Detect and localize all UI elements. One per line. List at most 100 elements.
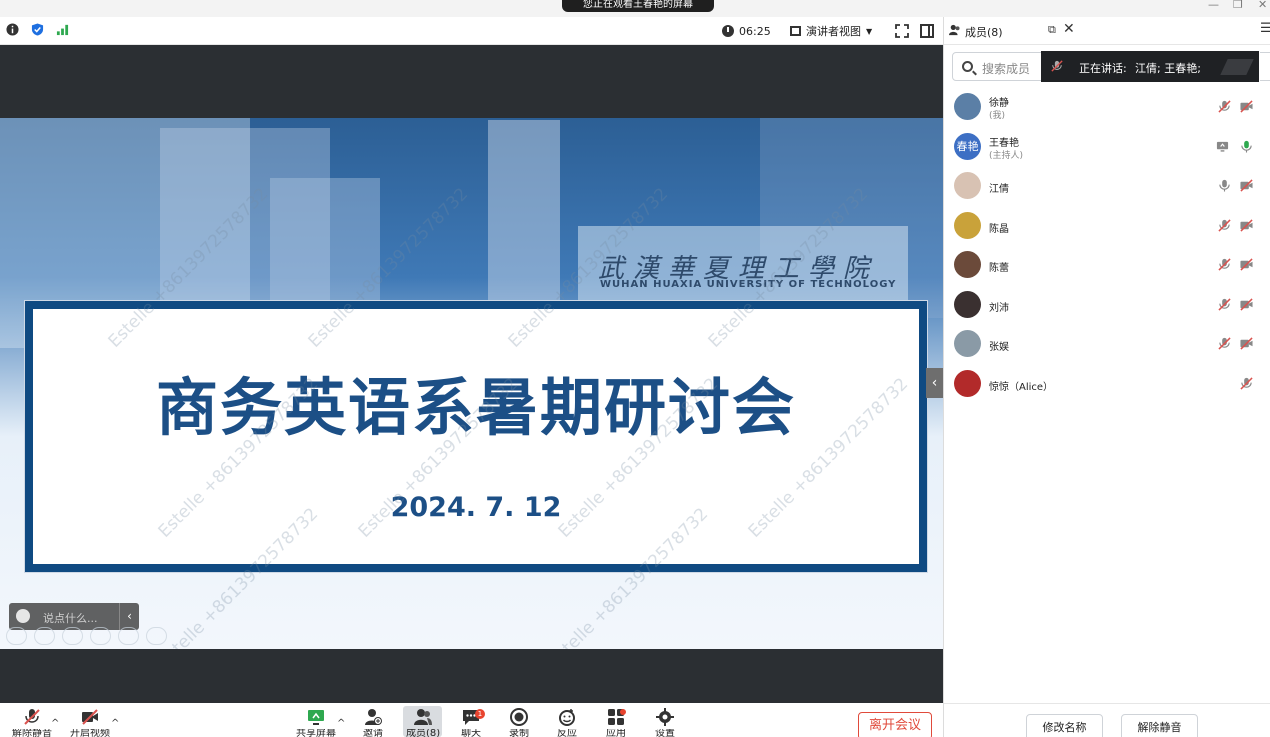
video-off-icon[interactable] [1240, 258, 1253, 271]
close-icon[interactable]: ✕ [1063, 21, 1075, 37]
muted-mic-icon [1051, 60, 1063, 72]
reaction-button[interactable] [6, 627, 27, 645]
members-label: 成员(8) [406, 729, 441, 737]
reaction-button[interactable] [118, 627, 139, 645]
slide-title-card: 商务英语系暑期研讨会 2024. 7. 12 [25, 301, 927, 572]
muted-mic-icon[interactable] [1218, 258, 1231, 271]
audio-options-chevron-icon[interactable]: ^ [51, 718, 59, 729]
minimize-button[interactable]: — [1208, 0, 1219, 10]
settings-button[interactable]: 设置 [655, 708, 675, 737]
start-video-button[interactable]: 开启视频 [70, 708, 110, 737]
share-options-chevron-icon[interactable]: ^ [337, 718, 345, 729]
timer-value: 06:25 [739, 24, 771, 38]
record-button[interactable]: 录制 [509, 708, 529, 737]
emoji-icon[interactable] [16, 609, 30, 623]
members-panel-title: 成员(8) [965, 26, 1003, 39]
restore-button[interactable]: ❐ [1233, 0, 1243, 10]
member-row[interactable]: 刘沛 [944, 286, 1270, 326]
member-name: 刘沛 [989, 303, 1009, 314]
sidebar-toggle-icon[interactable] [920, 24, 934, 38]
member-search-input-edge[interactable] [1260, 52, 1270, 81]
muted-mic-icon[interactable] [1218, 337, 1231, 350]
unmute-label: 解除静音 [12, 729, 52, 737]
member-role: (我) [989, 111, 1006, 121]
gear-icon [656, 708, 674, 726]
slide-date: 2024. 7. 12 [390, 492, 562, 523]
unmute-all-button[interactable]: 解除静音 [1121, 714, 1198, 737]
speaking-indicator: 正在讲话: 江倩; 王春艳; [1041, 51, 1259, 82]
reactions-button[interactable]: 反应 [557, 708, 577, 737]
video-options-chevron-icon[interactable]: ^ [111, 718, 119, 729]
speaking-label: 正在讲话: [1079, 62, 1127, 75]
avatar [954, 172, 981, 199]
mic-active-icon[interactable] [1240, 140, 1253, 153]
share-screen-icon [308, 710, 324, 725]
reaction-bar [6, 627, 167, 645]
member-name: 张娱 [989, 342, 1009, 353]
chat-input-box[interactable]: 说点什么... ‹ [9, 603, 139, 630]
meeting-controls-bar: 解除静音 ^ 开启视频 ^ 共享屏幕 ^ 邀请 成员(8) 聊天 1 录制 反应… [0, 703, 943, 737]
speaker-view-dropdown[interactable]: 演讲者视图 ▼ [790, 22, 872, 40]
app-logo-icon [1220, 59, 1254, 75]
member-name: 陈蕾 [989, 263, 1009, 274]
members-icon [949, 24, 960, 36]
speaking-names: 江倩; 王春艳; [1135, 62, 1201, 75]
share-screen-label: 共享屏幕 [296, 729, 336, 737]
slide-title: 商务英语系暑期研讨会 [155, 371, 796, 444]
menu-icon[interactable]: ☰ [1260, 21, 1270, 36]
record-label: 录制 [509, 729, 529, 737]
chat-placeholder: 说点什么... [43, 612, 98, 625]
video-off-icon[interactable] [1240, 179, 1253, 192]
member-name: 江倩 [989, 184, 1009, 195]
slide-background-tower [488, 120, 560, 300]
shield-icon[interactable] [31, 23, 44, 36]
invite-button[interactable]: 邀请 [363, 708, 383, 737]
muted-mic-icon[interactable] [1240, 377, 1253, 390]
video-off-icon[interactable] [1240, 298, 1253, 311]
info-icon[interactable] [6, 23, 19, 36]
video-off-icon[interactable] [1240, 219, 1253, 232]
close-window-button[interactable]: ✕ [1258, 0, 1267, 10]
presentation-slide: 武漢華夏理工學院 WUHAN HUAXIA UNIVERSITY OF TECH… [0, 118, 943, 649]
popout-icon[interactable]: ⧉ [1048, 23, 1056, 37]
panel-collapse-tab[interactable]: ‹ [926, 368, 943, 398]
invite-label: 邀请 [363, 729, 383, 737]
muted-mic-icon[interactable] [1218, 298, 1231, 311]
reaction-more-button[interactable] [146, 627, 167, 645]
member-row[interactable]: 张娱 [944, 325, 1270, 365]
avatar [954, 93, 981, 120]
member-row[interactable]: 徐静 (我) [944, 88, 1270, 128]
member-row[interactable]: 惊惊（Alice） [944, 365, 1270, 405]
leave-meeting-button[interactable]: 离开会议 [858, 712, 932, 737]
member-name: 王春艳 [989, 138, 1019, 149]
member-row[interactable]: 陈蕾 [944, 246, 1270, 286]
member-row[interactable]: 陈晶 [944, 207, 1270, 247]
video-off-icon[interactable] [1240, 100, 1253, 113]
search-icon [962, 61, 973, 72]
member-row[interactable]: 江倩 [944, 167, 1270, 207]
reaction-button[interactable] [62, 627, 83, 645]
members-icon [414, 709, 433, 725]
member-search-input[interactable]: 搜索成员 [952, 52, 1047, 81]
muted-mic-icon[interactable] [1218, 219, 1231, 232]
reaction-button[interactable] [34, 627, 55, 645]
member-row[interactable]: 春艳 王春艳 (主持人) [944, 128, 1270, 168]
member-name: 陈晶 [989, 224, 1009, 235]
members-button[interactable]: 成员(8) [406, 708, 440, 737]
muted-mic-icon[interactable] [1218, 100, 1231, 113]
screen-share-banner[interactable]: 您正在观看王春艳的屏幕 [562, 0, 714, 12]
unmute-button[interactable]: 解除静音 [12, 708, 52, 737]
member-name: 惊惊（Alice） [989, 382, 1054, 393]
reaction-button[interactable] [90, 627, 111, 645]
share-screen-button[interactable]: 共享屏幕 [296, 708, 336, 737]
signal-strength-icon[interactable] [56, 23, 69, 36]
mic-icon[interactable] [1218, 179, 1231, 192]
member-role: (主持人) [989, 151, 1024, 161]
rename-button[interactable]: 修改名称 [1026, 714, 1103, 737]
video-off-icon[interactable] [1240, 337, 1253, 350]
chat-collapse-button[interactable]: ‹ [119, 603, 139, 630]
clock-icon [722, 25, 734, 37]
university-sign-english: WUHAN HUAXIA UNIVERSITY OF TECHNOLOGY [600, 279, 897, 290]
avatar [954, 330, 981, 357]
fullscreen-icon[interactable] [895, 24, 909, 38]
